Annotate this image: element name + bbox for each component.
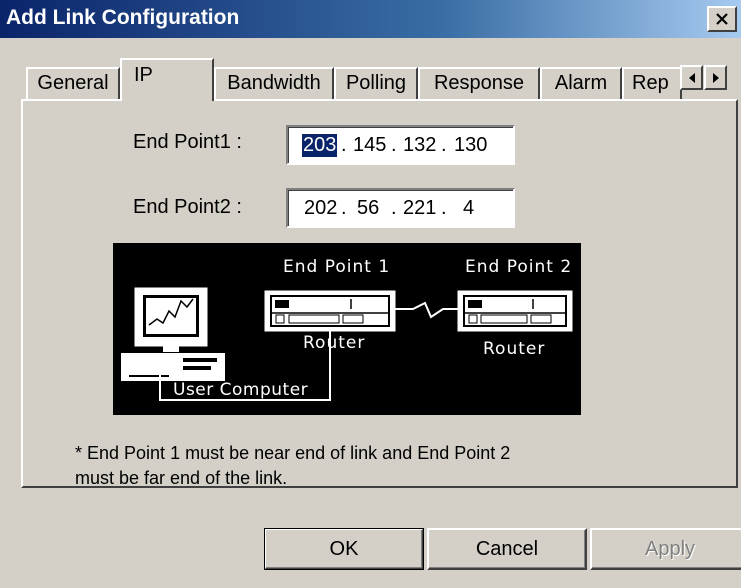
tab-ip[interactable]: IP xyxy=(120,58,214,101)
diagram-endpoint2-label: End Point 2 xyxy=(465,257,573,277)
tab-label: Alarm xyxy=(554,72,608,94)
ok-button[interactable]: OK xyxy=(264,528,424,570)
cancel-button[interactable]: Cancel xyxy=(427,528,587,570)
endpoint2-label: End Point2 : xyxy=(133,196,242,218)
tab-general[interactable]: General xyxy=(26,67,120,99)
endpoint2-ip-input[interactable]: 202 . 56 . 221 . 4 xyxy=(286,188,515,228)
tab-report[interactable]: Rep xyxy=(622,67,682,99)
ip-octet[interactable]: 202 xyxy=(304,197,337,220)
endpoint1-label: End Point1 : xyxy=(133,131,242,153)
tab-label: Rep xyxy=(632,72,669,94)
ip-dot: . xyxy=(391,134,397,156)
tab-label: Bandwidth xyxy=(227,72,321,94)
ip-dot: . xyxy=(341,134,347,156)
ip-dot: . xyxy=(441,134,447,156)
diagram-endpoint1-label: End Point 1 xyxy=(283,257,391,277)
ip-octet[interactable]: 56 xyxy=(357,197,379,220)
arrow-right-icon xyxy=(712,72,719,83)
diagram-router2-label: Router xyxy=(483,339,546,359)
computer-icon xyxy=(121,287,225,381)
window-title: Add Link Configuration xyxy=(6,6,240,29)
tab-scroll-right-button[interactable] xyxy=(704,65,727,90)
diagram-computer-label: User Computer xyxy=(173,380,309,400)
ip-octet[interactable]: 132 xyxy=(403,134,436,157)
apply-button[interactable]: Apply xyxy=(590,528,741,570)
note-line-1: * End Point 1 must be near end of link a… xyxy=(75,443,511,463)
ip-octet[interactable]: 130 xyxy=(454,134,487,157)
ip-octet[interactable]: 221 xyxy=(403,197,436,220)
router-2-icon xyxy=(457,290,573,332)
ip-dot: . xyxy=(341,197,347,219)
close-button[interactable] xyxy=(707,6,737,32)
tab-response[interactable]: Response xyxy=(418,67,540,99)
endpoint1-ip-input[interactable]: 203 . 145 . 132 . 130 xyxy=(286,125,515,165)
title-bar[interactable]: Add Link Configuration xyxy=(0,0,741,38)
arrow-left-icon xyxy=(688,72,695,83)
tab-polling[interactable]: Polling xyxy=(334,67,418,99)
network-diagram: End Point 1 End Point 2 Router Router Us… xyxy=(113,243,581,415)
ip-dot: . xyxy=(391,197,397,219)
note-line-2: must be far end of the link. xyxy=(75,468,288,488)
tab-label: Response xyxy=(433,72,525,94)
tab-scroll-left-button[interactable] xyxy=(680,65,703,90)
tab-alarm[interactable]: Alarm xyxy=(540,67,622,99)
tab-label: IP xyxy=(134,64,153,86)
router-1-icon xyxy=(264,290,396,332)
ip-octet[interactable]: 4 xyxy=(463,197,474,220)
tab-label: General xyxy=(37,72,109,94)
tab-bandwidth[interactable]: Bandwidth xyxy=(214,67,334,99)
tab-label: Polling xyxy=(345,72,407,94)
close-icon xyxy=(716,13,728,25)
ip-dot: . xyxy=(441,197,447,219)
ip-octet[interactable]: 203 xyxy=(302,134,338,157)
ip-octet[interactable]: 145 xyxy=(353,134,386,157)
diagram-router1-label: Router xyxy=(303,333,366,353)
